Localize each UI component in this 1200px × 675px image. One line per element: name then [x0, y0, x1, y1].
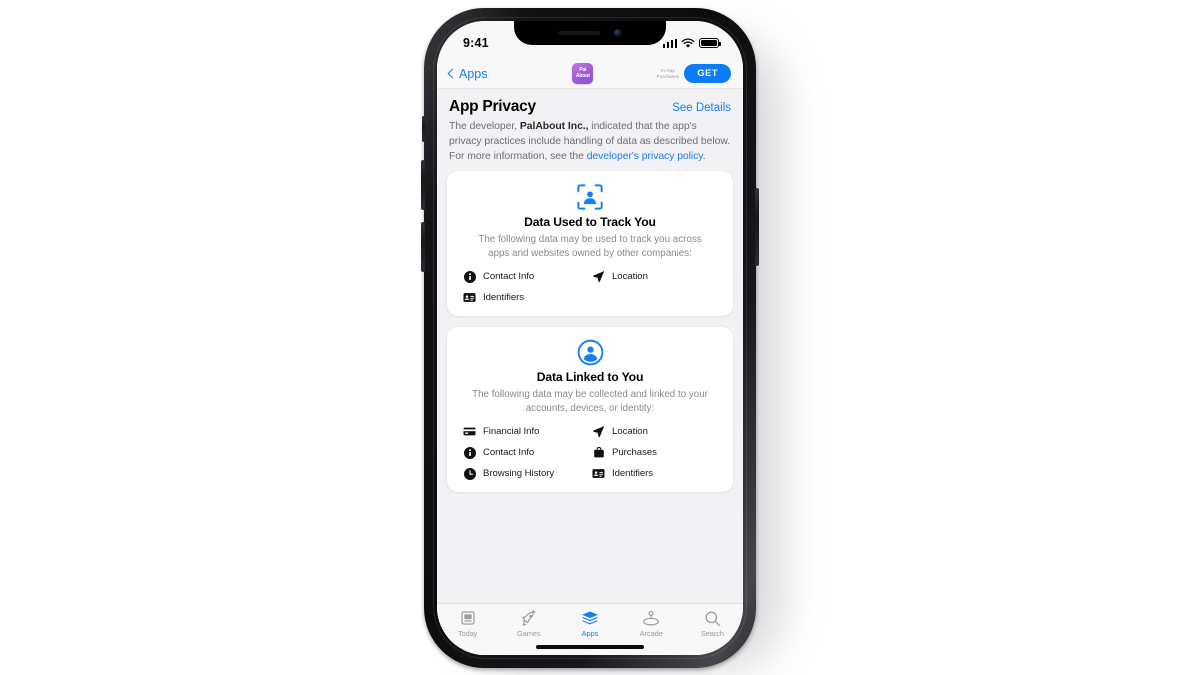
data-used-to-track-you-card: Data Used to Track You The following dat…: [447, 171, 733, 317]
home-indicator[interactable]: [536, 645, 644, 649]
card-title: Data Used to Track You: [524, 215, 656, 230]
phone-screen: 9:41 Apps Pal About In-App Purchases GET…: [437, 21, 743, 655]
data-linked-to-you-card: Data Linked to You The following data ma…: [447, 327, 733, 493]
tab-label: Games: [517, 629, 541, 638]
info-circle-icon: [463, 446, 476, 459]
list-item: Location: [592, 425, 717, 438]
volume-down-button[interactable]: [421, 222, 425, 272]
get-button[interactable]: GET: [684, 64, 731, 83]
chevron-left-icon: [447, 68, 458, 79]
card-subtitle: The following data may be used to track …: [478, 234, 702, 259]
in-app-purchases-line-2: Purchases: [656, 73, 680, 79]
device-notch: [514, 21, 666, 45]
arcade-joystick-icon: [642, 609, 660, 627]
list-item-label: Location: [612, 426, 648, 438]
back-to-apps-button[interactable]: Apps: [447, 66, 509, 81]
list-item-label: Contact Info: [483, 271, 535, 283]
person-in-viewfinder-icon: [577, 184, 603, 210]
list-item: Browsing History: [463, 467, 588, 480]
app-privacy-content: App Privacy See Details The developer, P…: [437, 89, 743, 603]
tab-today[interactable]: Today: [437, 609, 498, 638]
page-title: App Privacy: [449, 98, 536, 115]
tab-search[interactable]: Search: [682, 609, 743, 638]
list-item: Identifiers: [463, 291, 588, 304]
list-item: Identifiers: [592, 467, 717, 480]
list-item: Contact Info: [463, 446, 588, 459]
app-icon[interactable]: Pal About: [572, 63, 594, 84]
silent-switch[interactable]: [422, 116, 425, 142]
list-item-label: Purchases: [612, 447, 657, 459]
person-circle-icon: [577, 340, 603, 366]
battery-full-icon: [699, 38, 721, 48]
today-newspaper-icon: [460, 609, 476, 627]
credit-card-icon: [463, 425, 476, 438]
list-item: Financial Info: [463, 425, 588, 438]
privacy-description: The developer, PalAbout Inc., indicated …: [447, 120, 733, 171]
cellular-bars-icon: [662, 38, 677, 48]
blurb-text-1: The developer,: [449, 121, 520, 132]
id-card-icon: [463, 291, 476, 304]
earpiece-speaker-icon: [558, 31, 600, 35]
tab-label: Today: [457, 629, 478, 638]
list-item: Contact Info: [463, 270, 588, 283]
data-category-grid: Contact Info Location Identifiers: [459, 270, 721, 304]
see-details-link[interactable]: See Details: [672, 102, 731, 114]
tab-arcade[interactable]: Arcade: [621, 609, 682, 638]
clock-icon: [463, 467, 476, 480]
card-icon-container: [459, 183, 721, 211]
in-app-purchases-note: In-App Purchases: [657, 68, 680, 80]
back-button-label: Apps: [459, 66, 488, 81]
nav-actions: In-App Purchases GET: [657, 64, 731, 83]
power-button[interactable]: [755, 188, 759, 266]
card-subtitle: The following data may be collected and …: [472, 389, 708, 414]
list-item-label: Identifiers: [483, 292, 525, 304]
developer-name: PalAbout Inc.,: [519, 121, 589, 132]
info-circle-icon: [463, 270, 476, 283]
location-arrow-icon: [592, 425, 605, 438]
nav-app-icon-container: Pal About: [509, 63, 657, 84]
list-item: Purchases: [592, 446, 717, 459]
rocket-icon: [520, 609, 537, 627]
privacy-policy-link[interactable]: developer's privacy policy: [587, 151, 703, 162]
tab-games[interactable]: Games: [498, 609, 559, 638]
tab-label: Search: [700, 629, 724, 638]
list-item-label: Financial Info: [483, 426, 540, 438]
status-indicators: [662, 38, 721, 49]
tab-label: Apps: [581, 629, 599, 638]
tab-apps[interactable]: Apps: [559, 609, 620, 638]
card-title: Data Linked to You: [536, 370, 644, 385]
card-icon-container: [459, 339, 721, 366]
data-category-grid: Financial Info Location Contact Info Pur…: [459, 425, 721, 480]
section-header: App Privacy See Details: [447, 89, 733, 120]
list-item-label: Location: [612, 271, 648, 283]
list-item-label: Contact Info: [483, 447, 535, 459]
location-arrow-icon: [592, 270, 605, 283]
blurb-text-3: .: [702, 150, 706, 162]
wifi-icon: [681, 38, 695, 48]
iphone-device-frame: 9:41 Apps Pal About In-App Purchases GET…: [421, 8, 759, 668]
status-time: 9:41: [463, 36, 489, 50]
list-item-label: Identifiers: [612, 468, 654, 480]
list-item-label: Browsing History: [483, 468, 555, 480]
front-camera-icon: [614, 29, 622, 37]
navigation-bar: Apps Pal About In-App Purchases GET: [437, 59, 743, 89]
magnifying-glass-icon: [704, 609, 721, 627]
stacked-layers-icon: [581, 609, 599, 627]
app-icon-line-2: About: [575, 72, 590, 79]
volume-up-button[interactable]: [421, 160, 425, 210]
shopping-bag-icon: [592, 446, 605, 459]
screenshot-stage: 9:41 Apps Pal About In-App Purchases GET…: [0, 0, 1200, 675]
list-item: Location: [592, 270, 717, 283]
id-card-icon: [592, 467, 605, 480]
tab-label: Arcade: [639, 629, 663, 638]
